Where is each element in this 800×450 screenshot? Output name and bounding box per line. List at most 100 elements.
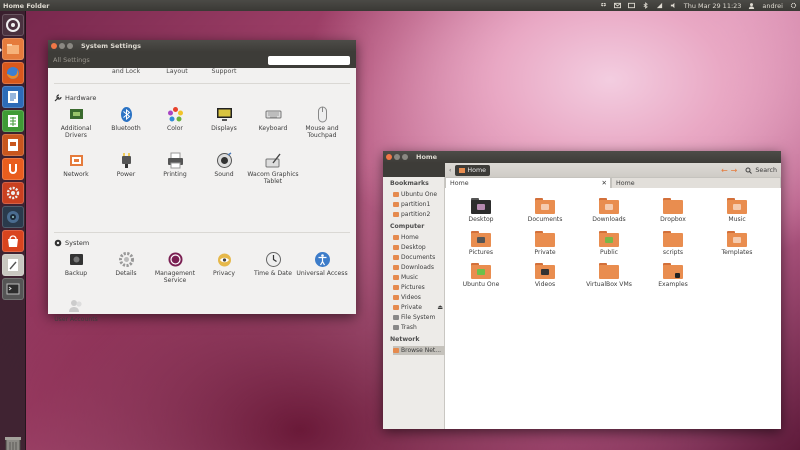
close-button[interactable] (51, 43, 57, 49)
mail-icon[interactable] (613, 2, 621, 9)
trash-icon[interactable] (3, 435, 23, 450)
user-accounts-item[interactable]: User Accounts (50, 297, 102, 323)
minimize-button[interactable] (394, 154, 400, 160)
network-icon[interactable] (656, 2, 663, 9)
management-service-item[interactable]: Management Service (149, 251, 201, 284)
search-icon[interactable] (745, 167, 753, 174)
cut-item-label[interactable]: and Lock (110, 68, 142, 79)
color-item[interactable]: Color (149, 106, 201, 132)
power-gear-icon[interactable] (790, 2, 797, 9)
sidebar-item-private[interactable]: Private ⏏ (393, 303, 445, 312)
sidebar-item-desktop[interactable]: Desktop (393, 243, 445, 252)
cut-item-label[interactable]: Layout (161, 68, 193, 79)
impress-icon[interactable] (2, 134, 24, 156)
files-titlebar[interactable]: Home (383, 151, 781, 163)
file-item-templates[interactable]: Templates (707, 231, 767, 256)
file-item-desktop[interactable]: Desktop (451, 198, 511, 223)
videos-icon (393, 295, 399, 300)
system-settings-window: System Settings All Settings and Lock La… (48, 40, 356, 323)
sidebar-item-trash[interactable]: Trash (393, 323, 445, 332)
bluetooth-item[interactable]: Bluetooth (100, 106, 152, 132)
volume-icon[interactable] (670, 2, 677, 9)
path-home-button[interactable]: Home (455, 164, 491, 176)
sidebar-item-documents[interactable]: Documents (393, 253, 445, 262)
dash-icon[interactable] (2, 14, 24, 36)
universal-access-item[interactable]: Universal Access (296, 251, 348, 277)
file-item-pictures[interactable]: Pictures (451, 231, 511, 256)
sidebar-item-partition1[interactable]: partition1 (393, 200, 445, 209)
settings-titlebar[interactable]: System Settings (48, 40, 356, 52)
pictures-folder-icon (471, 231, 491, 247)
settings-icon[interactable] (2, 182, 24, 204)
sidebar-item-browse-network[interactable]: Browse Net... (393, 346, 445, 355)
sidebar-item-home[interactable]: Home (393, 233, 445, 242)
sidebar-item-partition2[interactable]: partition2 (393, 210, 445, 219)
file-item-dropbox[interactable]: Dropbox (643, 198, 703, 223)
sidebar-item-downloads[interactable]: Downloads (393, 263, 445, 272)
file-item-examples[interactable]: Examples (643, 263, 703, 288)
clock[interactable]: Thu Mar 29 11:23 (684, 2, 742, 10)
firefox-icon[interactable] (2, 62, 24, 84)
writer-icon[interactable] (2, 86, 24, 108)
power-item[interactable]: Power (100, 152, 152, 178)
all-settings-button[interactable]: All Settings (53, 56, 90, 64)
sidebar-item-music[interactable]: Music (393, 273, 445, 282)
file-item-videos[interactable]: Videos (515, 263, 575, 288)
forward-arrow-icon[interactable]: → (731, 166, 738, 175)
user-name[interactable]: andrei (762, 2, 783, 10)
file-item-private[interactable]: Private (515, 231, 575, 256)
file-item-scripts[interactable]: scripts (643, 231, 703, 256)
displays-item[interactable]: Displays (198, 106, 250, 132)
bluetooth-icon[interactable] (642, 2, 649, 9)
privacy-item[interactable]: Privacy (198, 251, 250, 277)
tab-home-2[interactable]: Home (611, 177, 781, 188)
monitor-icon (216, 108, 232, 121)
mouse-touchpad-item[interactable]: Mouse and Touchpad (296, 106, 348, 139)
sidebar-item-ubuntu-one[interactable]: Ubuntu One (393, 190, 445, 199)
time-date-item[interactable]: Time & Date (247, 251, 299, 277)
close-tab-icon[interactable]: ✕ (602, 179, 607, 187)
sound-item[interactable]: Sound (198, 152, 250, 178)
text-editor-icon[interactable] (2, 254, 24, 276)
keyboard-layout-icon[interactable] (627, 2, 635, 9)
home-folder-icon[interactable] (0, 38, 24, 60)
path-prev-arrow-icon[interactable]: ‹ (449, 167, 451, 174)
sidebar-item-videos[interactable]: Videos (393, 293, 445, 302)
disks-icon[interactable] (2, 206, 24, 228)
backup-item[interactable]: Backup (50, 251, 102, 277)
tab-home-1[interactable]: Home ✕ (445, 177, 611, 188)
wacom-tablet-item[interactable]: Wacom Graphics Tablet (247, 152, 299, 185)
dropbox-icon[interactable] (600, 2, 607, 9)
ubuntu-one-icon[interactable] (2, 158, 24, 180)
details-item[interactable]: Details (100, 251, 152, 277)
file-item-virtualbox-vms[interactable]: VirtualBox VMs (579, 263, 639, 288)
sidebar-item-file-system[interactable]: File System (393, 313, 445, 322)
file-item-downloads[interactable]: Downloads (579, 198, 639, 223)
printing-item[interactable]: Printing (149, 152, 201, 178)
back-arrow-icon[interactable]: ← (721, 166, 728, 175)
file-item-music[interactable]: Music (707, 198, 767, 223)
file-item-public[interactable]: Public (579, 231, 639, 256)
keyboard-item[interactable]: Keyboard (247, 106, 299, 132)
terminal-icon[interactable] (2, 278, 24, 300)
folder-icon (393, 212, 399, 217)
user-icon[interactable] (748, 2, 755, 9)
desktop-icon (393, 245, 399, 250)
minimize-button[interactable] (59, 43, 65, 49)
file-item-ubuntu-one[interactable]: Ubuntu One (451, 263, 511, 288)
close-button[interactable] (386, 154, 392, 160)
maximize-button[interactable] (67, 43, 73, 49)
tab-bar: Home ✕ Home (445, 177, 781, 188)
network-item[interactable]: Network (50, 152, 102, 178)
cut-item-label[interactable]: Support (208, 68, 240, 79)
search-label[interactable]: Search (755, 167, 777, 174)
mouse-icon (317, 106, 327, 123)
eject-icon[interactable]: ⏏ (437, 304, 443, 311)
search-input[interactable] (268, 56, 350, 65)
calc-icon[interactable] (2, 110, 24, 132)
file-item-documents[interactable]: Documents (515, 198, 575, 223)
additional-drivers-item[interactable]: Additional Drivers (50, 106, 102, 139)
maximize-button[interactable] (402, 154, 408, 160)
software-center-icon[interactable] (2, 230, 24, 252)
sidebar-item-pictures[interactable]: Pictures (393, 283, 445, 292)
